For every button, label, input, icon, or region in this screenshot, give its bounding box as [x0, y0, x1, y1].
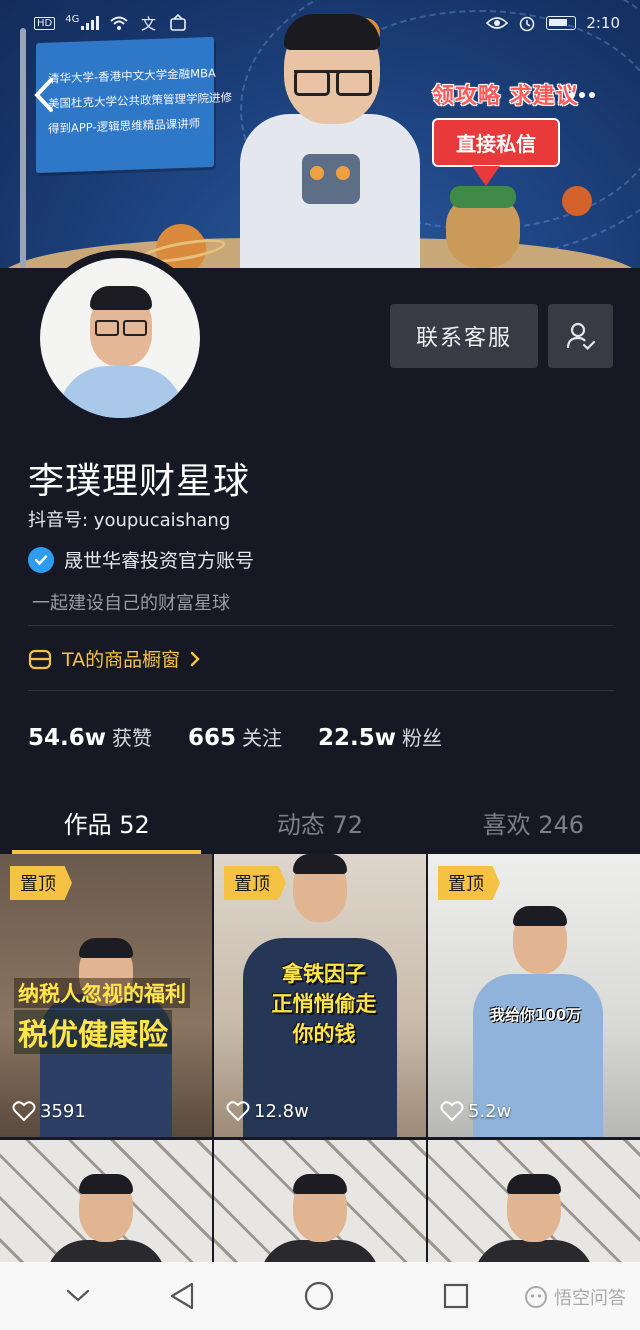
watermark-text: 悟空问答 — [554, 1288, 626, 1309]
video-likes-count: 5.2w — [468, 1100, 512, 1122]
stat-label: 关注 — [242, 726, 283, 750]
stat-followers[interactable]: 22.5w 粉丝 — [318, 722, 442, 751]
stat-value: 665 — [188, 725, 237, 751]
battery-icon — [546, 16, 577, 30]
profile-bio: 一起建设自己的财富星球 — [32, 593, 230, 614]
dot-icon — [579, 92, 585, 98]
dot-icon — [569, 92, 575, 98]
avatar-photo — [40, 258, 200, 418]
stat-following[interactable]: 665 关注 — [188, 722, 282, 751]
nav-hide-button[interactable] — [62, 1280, 94, 1312]
dot-icon — [589, 92, 595, 98]
astronaut-illustration — [240, 14, 420, 268]
nav-back-button[interactable] — [166, 1280, 198, 1312]
pinned-badge: 置顶 — [224, 866, 286, 900]
stat-value: 22.5w — [318, 725, 397, 751]
chevron-down-icon — [66, 1289, 90, 1302]
douyin-id: 抖音号: youpucaishang — [28, 510, 231, 531]
shop-window-link[interactable]: TA的商品橱窗 — [28, 645, 200, 672]
shop-window-label: TA的商品橱窗 — [62, 649, 181, 671]
notification-app-icon — [170, 14, 187, 31]
profile-banner: 清华大学-香港中文大学金融MBA 美国杜克大学公共政策管理学院进修 得到APP-… — [0, 0, 640, 268]
back-button[interactable] — [22, 70, 66, 120]
svg-text:文: 文 — [141, 15, 156, 32]
stat-likes[interactable]: 54.6w 获赞 — [28, 722, 152, 751]
status-time: 2:10 — [586, 14, 620, 32]
planet-illustration — [562, 186, 592, 216]
video-thumbnail[interactable]: 置顶 纳税人忽视的福利 税优健康险 3591 — [0, 854, 212, 1137]
verified-text: 晟世华睿投资官方账号 — [64, 550, 255, 572]
video-grid: 置顶 纳税人忽视的福利 税优健康险 3591 置顶 拿铁因子 正悄悄偷走 你的钱… — [0, 854, 640, 1262]
shop-icon — [28, 649, 52, 669]
verified-row: 晟世华睿投资官方账号 — [28, 546, 254, 573]
heart-icon — [12, 1101, 36, 1122]
divider — [28, 625, 614, 626]
promo-dm-label: 直接私信 — [432, 118, 560, 167]
heart-icon — [440, 1101, 464, 1122]
flag-line: 得到APP-逻辑思维精品课讲师 — [48, 116, 201, 136]
video-caption: 你的钱 — [292, 1022, 356, 1046]
presenter-figure — [474, 1170, 594, 1262]
video-thumbnail[interactable]: 置顶 拿铁因子 正悄悄偷走 你的钱 12.8w — [214, 854, 426, 1137]
stat-value: 54.6w — [28, 725, 106, 751]
video-likes: 12.8w — [226, 1100, 309, 1122]
money-bag-illustration — [446, 186, 520, 268]
verified-check-icon — [28, 546, 54, 573]
video-thumbnail[interactable] — [0, 1140, 212, 1262]
presenter-figure — [260, 1170, 380, 1262]
tab-likes[interactable]: 喜欢 246 — [427, 790, 640, 854]
pinned-badge: 置顶 — [10, 866, 72, 900]
chevron-right-icon — [190, 651, 200, 666]
square-recents-icon — [443, 1283, 469, 1309]
hd-indicator: HD — [34, 16, 56, 30]
video-caption: 拿铁因子 — [282, 962, 366, 986]
stat-label: 粉丝 — [402, 726, 443, 750]
circle-home-icon — [304, 1281, 334, 1311]
video-likes-count: 12.8w — [254, 1100, 309, 1122]
tab-moments[interactable]: 动态 72 — [213, 790, 426, 854]
translate-icon: 文 — [141, 15, 156, 32]
arrow-down-icon — [472, 166, 500, 186]
pinned-badge: 置顶 — [438, 866, 500, 900]
content-tabs: 作品 52 动态 72 喜欢 246 — [0, 790, 640, 854]
stat-label: 获赞 — [112, 726, 152, 750]
video-likes-count: 3591 — [40, 1100, 86, 1122]
divider — [28, 690, 614, 691]
video-caption: 正悄悄偷走 — [271, 992, 377, 1016]
tab-works[interactable]: 作品 52 — [0, 790, 213, 854]
flag-pole — [20, 28, 26, 268]
avatar[interactable] — [32, 250, 208, 426]
video-caption: 纳税人忽视的福利 — [14, 978, 190, 1008]
user-check-icon — [566, 322, 595, 351]
video-caption: 我给你100万 — [490, 1006, 582, 1024]
triangle-back-icon — [170, 1282, 194, 1310]
more-options-button[interactable] — [564, 82, 600, 108]
nav-recents-button[interactable] — [440, 1280, 472, 1312]
system-nav-bar: 悟空问答 — [0, 1262, 640, 1330]
chevron-left-icon — [34, 78, 53, 112]
video-likes: 5.2w — [440, 1100, 511, 1122]
nav-home-button[interactable] — [303, 1280, 335, 1312]
signal-icon — [81, 16, 100, 30]
video-thumbnail[interactable]: 置顶 我给你100万 5.2w — [428, 854, 640, 1137]
video-thumbnail[interactable] — [428, 1140, 640, 1262]
video-caption: 税优健康险 — [14, 1010, 172, 1054]
profile-nickname: 李璞理财星球 — [28, 461, 251, 502]
alarm-icon — [520, 16, 535, 32]
video-thumbnail[interactable] — [214, 1140, 426, 1262]
wukong-logo-icon — [525, 1286, 547, 1308]
network-type: 4G — [65, 14, 80, 25]
wifi-icon — [110, 16, 129, 30]
wukong-watermark: 悟空问答 — [524, 1284, 626, 1310]
video-likes: 3591 — [12, 1100, 86, 1122]
heart-icon — [226, 1101, 250, 1122]
stats-row: 54.6w 获赞 665 关注 22.5w 粉丝 — [28, 722, 442, 751]
follow-button[interactable] — [548, 304, 613, 368]
contact-service-button[interactable]: 联系客服 — [390, 304, 538, 368]
status-bar: HD 4G 文 2:10 — [34, 10, 620, 36]
eye-icon — [486, 17, 509, 29]
presenter-figure — [46, 1170, 166, 1262]
